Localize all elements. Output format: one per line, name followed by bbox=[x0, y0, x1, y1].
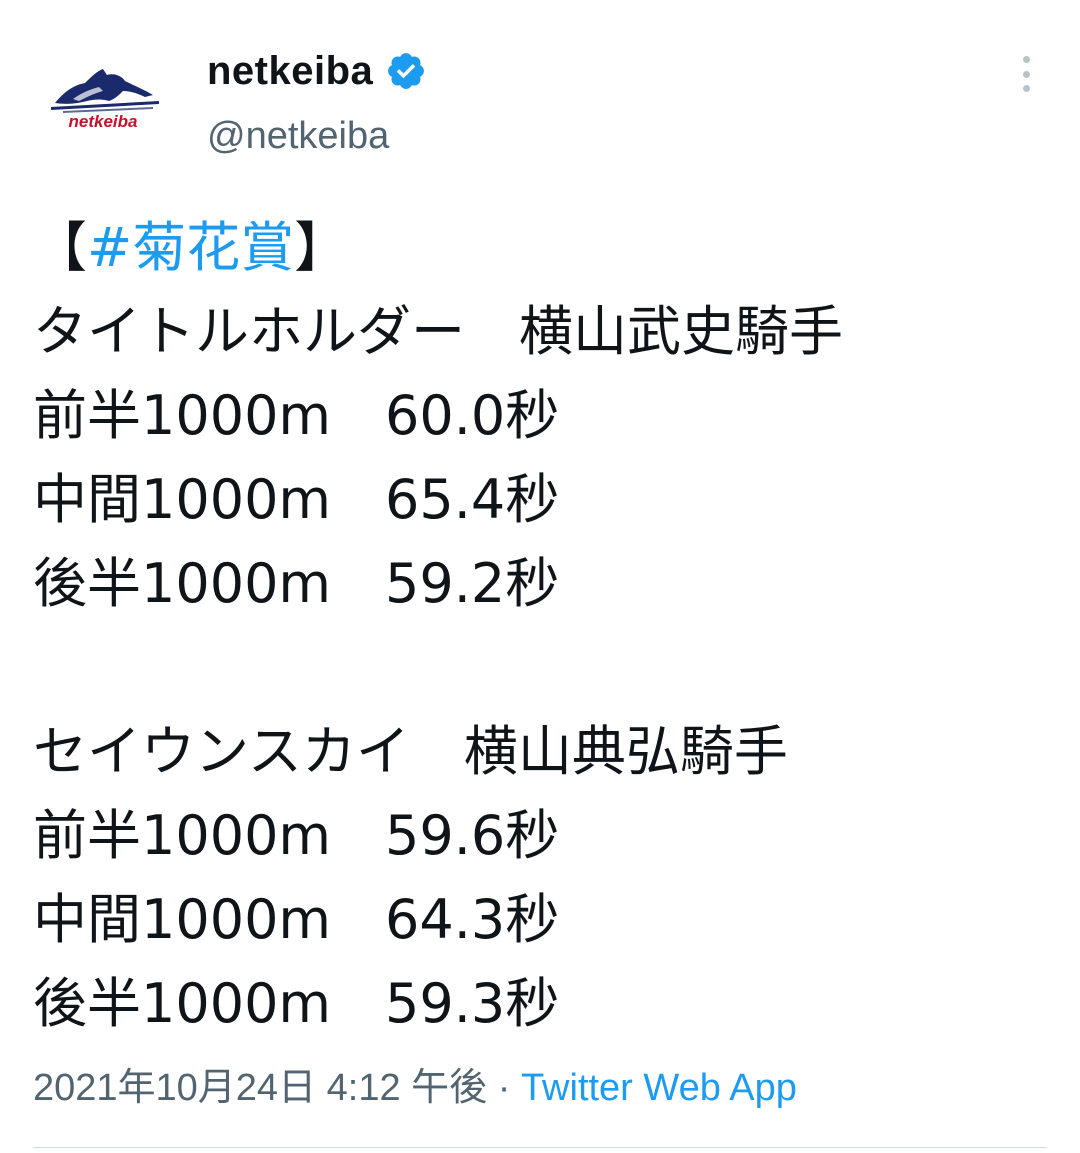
logo-text: netkeiba bbox=[69, 112, 138, 131]
split-time: 59.3秒 bbox=[385, 972, 560, 1035]
tweet-meta: 2021年10月24日 4:12 午後 · Twitter Web App bbox=[33, 1062, 797, 1114]
divider bbox=[33, 1147, 1047, 1148]
split-time: 65.4秒 bbox=[385, 468, 560, 531]
display-name[interactable]: netkeiba bbox=[207, 48, 373, 94]
split-row: 中間1000m 65.4秒 bbox=[33, 458, 1053, 542]
split-label: 前半1000m bbox=[33, 804, 332, 867]
tweet: netkeiba netkeiba @netkeiba 【#菊花賞】 タイトルホ… bbox=[0, 0, 1080, 1153]
split-row: 前半1000m 59.6秒 bbox=[33, 794, 1053, 878]
split-row: 中間1000m 64.3秒 bbox=[33, 878, 1053, 962]
bracket-close: 】 bbox=[294, 216, 349, 279]
split-label: 前半1000m bbox=[33, 384, 332, 447]
netkeiba-logo: netkeiba bbox=[51, 69, 159, 131]
split-label: 後半1000m bbox=[33, 972, 332, 1035]
horse-title: セイウンスカイ 横山典弘騎手 bbox=[33, 720, 788, 783]
avatar[interactable]: netkeiba bbox=[33, 41, 173, 181]
split-label: 後半1000m bbox=[33, 552, 332, 615]
split-time: 59.2秒 bbox=[385, 552, 560, 615]
horse-title: タイトルホルダー 横山武史騎手 bbox=[33, 300, 843, 363]
split-label: 中間1000m bbox=[33, 468, 332, 531]
author-name-row: netkeiba bbox=[207, 48, 427, 94]
timestamp[interactable]: 2021年10月24日 4:12 午後 bbox=[33, 1067, 487, 1109]
user-handle[interactable]: @netkeiba bbox=[207, 113, 389, 159]
bracket-open: 【 bbox=[33, 216, 87, 279]
meta-separator: · bbox=[487, 1067, 521, 1109]
verified-badge-icon bbox=[385, 50, 427, 92]
split-time: 64.3秒 bbox=[385, 888, 560, 951]
source-link[interactable]: Twitter Web App bbox=[521, 1067, 797, 1109]
hashtag-link[interactable]: #菊花賞 bbox=[87, 216, 294, 279]
split-label: 中間1000m bbox=[33, 888, 332, 951]
split-time: 60.0秒 bbox=[385, 384, 560, 447]
split-row: 後半1000m 59.2秒 bbox=[33, 542, 1053, 626]
more-options-icon[interactable] bbox=[1006, 52, 1046, 96]
hashtag-line: 【#菊花賞】 bbox=[33, 206, 1053, 290]
tweet-text: 【#菊花賞】 タイトルホルダー 横山武史騎手 前半1000m 60.0秒 中間1… bbox=[33, 206, 1053, 1046]
split-row: 後半1000m 59.3秒 bbox=[33, 962, 1053, 1046]
split-row: 前半1000m 60.0秒 bbox=[33, 374, 1053, 458]
split-time: 59.6秒 bbox=[385, 804, 560, 867]
